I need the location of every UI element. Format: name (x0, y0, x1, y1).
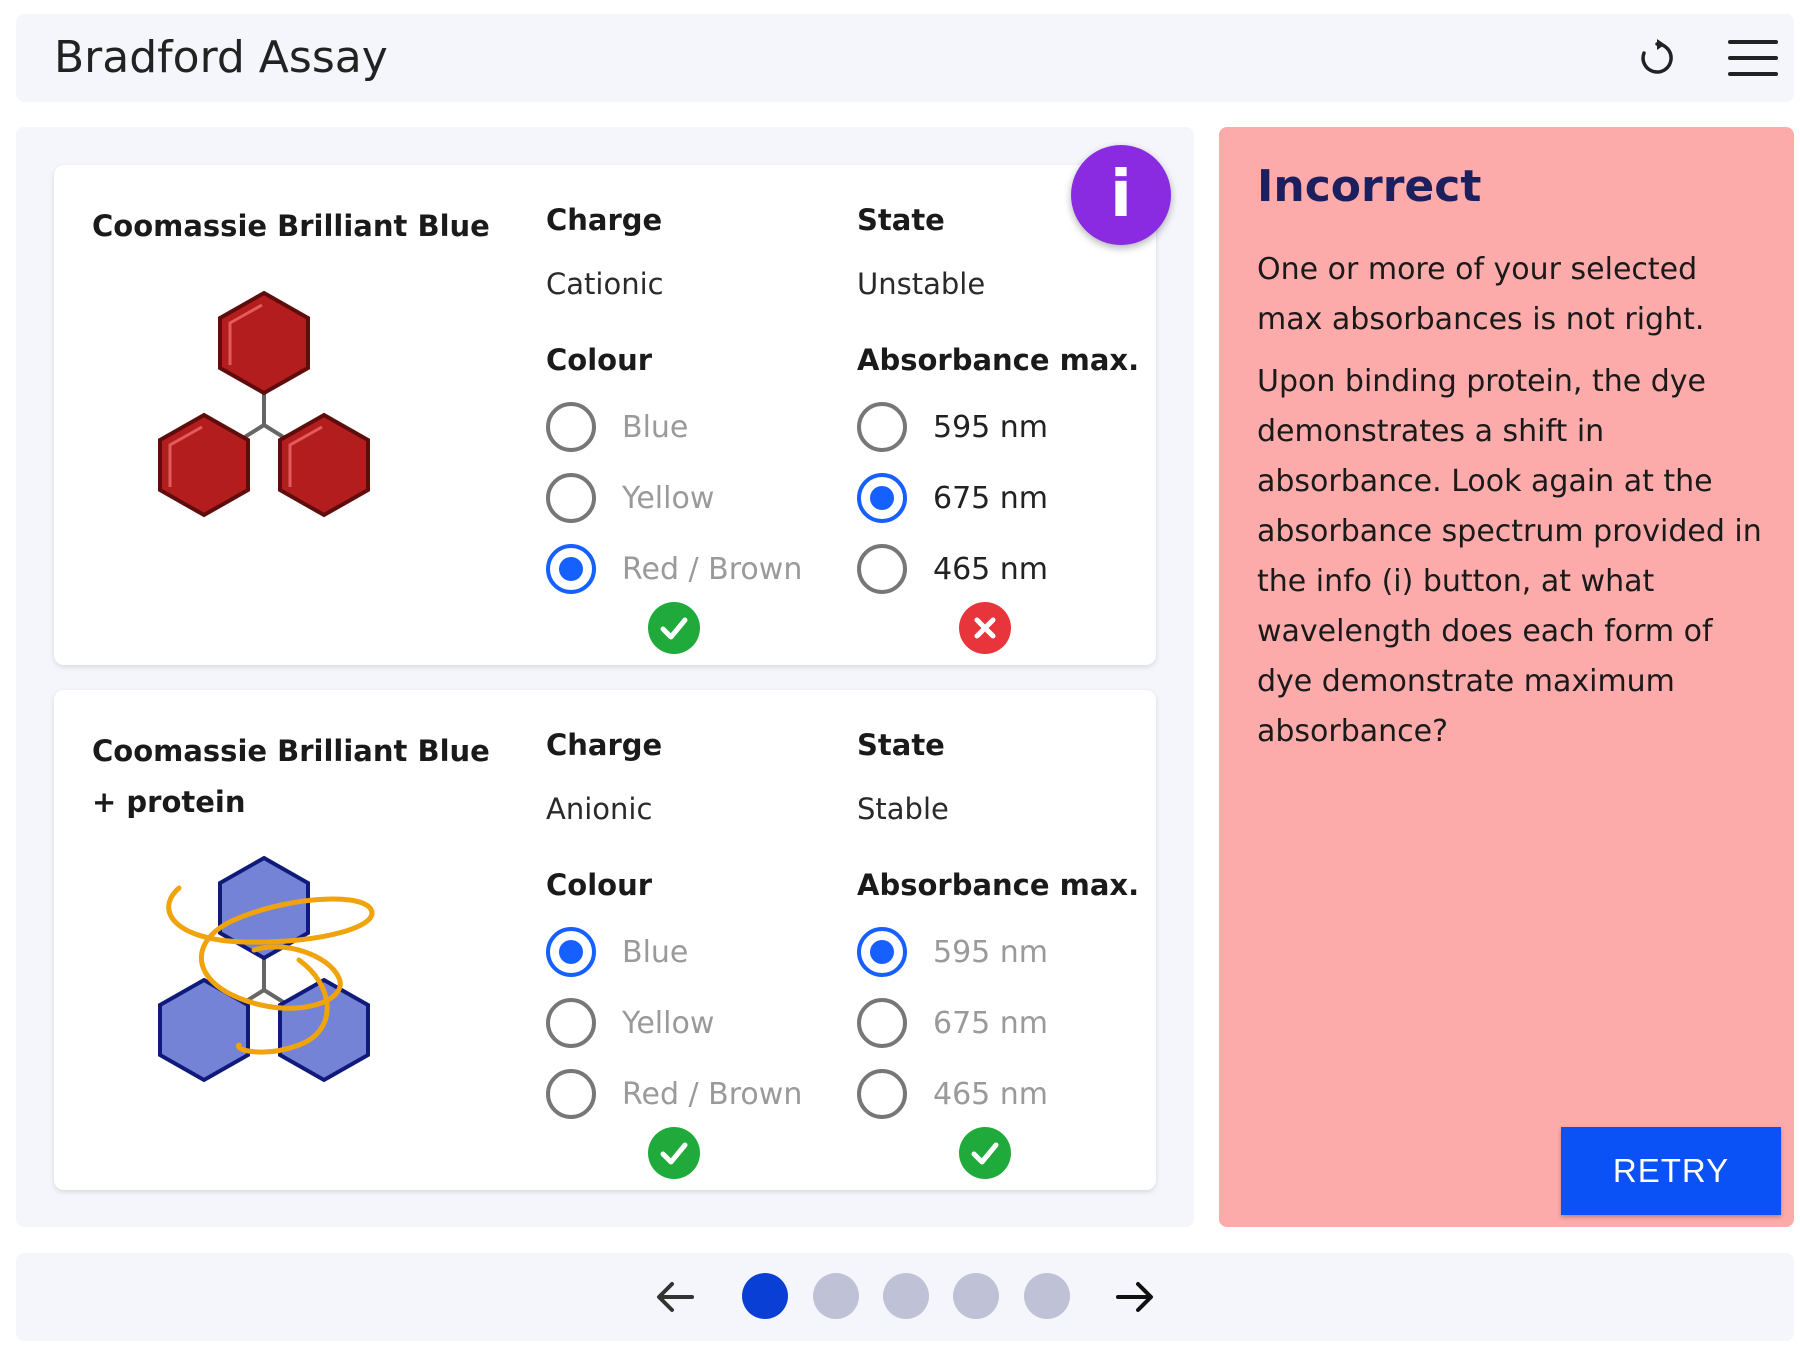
radio-button[interactable] (857, 998, 907, 1048)
dye-molecule-red-icon (158, 290, 370, 518)
absorbance-option-595[interactable]: 595 nm (857, 926, 1048, 978)
state-heading: State (857, 203, 945, 237)
radio-button-selected[interactable] (857, 473, 907, 523)
check-icon (648, 1127, 700, 1179)
absorbance-option-675[interactable]: 675 nm (857, 472, 1048, 524)
feedback-message: One or more of your selected max absorba… (1257, 252, 1705, 337)
option-label: Blue (622, 409, 689, 445)
state-value: Unstable (857, 267, 986, 301)
cross-icon (959, 602, 1011, 654)
colour-heading: Colour (546, 868, 653, 902)
previous-arrow-icon[interactable] (652, 1275, 700, 1319)
reset-icon (1641, 39, 1673, 74)
charge-value: Cationic (546, 267, 664, 301)
menu-line (1728, 40, 1778, 44)
radio-button-selected[interactable] (857, 927, 907, 977)
option-label: Red / Brown (622, 551, 803, 587)
radio-button[interactable] (546, 402, 596, 452)
colour-option-red-brown[interactable]: Red / Brown (546, 543, 802, 595)
feedback-title: Incorrect (1257, 161, 1482, 212)
option-label: 595 nm (933, 409, 1049, 445)
dye-name: Coomassie Brilliant Blue (92, 209, 490, 243)
absorbance-option-465[interactable]: 465 nm (857, 543, 1048, 595)
colour-option-yellow[interactable]: Yellow (546, 997, 714, 1049)
absorbance-option-675[interactable]: 675 nm (857, 997, 1048, 1049)
page-dot-4[interactable] (953, 1273, 999, 1319)
option-label: 465 nm (933, 551, 1049, 587)
radio-button[interactable] (857, 544, 907, 594)
page-dot-3[interactable] (883, 1273, 929, 1319)
absorbance-heading: Absorbance max. (857, 868, 1140, 902)
reset-button[interactable] (1631, 32, 1683, 84)
absorbance-option-465[interactable]: 465 nm (857, 1068, 1048, 1120)
menu-line (1728, 56, 1778, 60)
state-heading: State (857, 728, 945, 762)
radio-button[interactable] (546, 998, 596, 1048)
colour-heading: Colour (546, 343, 653, 377)
pagination-bar (16, 1253, 1794, 1341)
absorbance-option-595[interactable]: 595 nm (857, 401, 1048, 453)
radio-button-selected[interactable] (546, 544, 596, 594)
option-label: Yellow (622, 480, 715, 516)
page-dot-5[interactable] (1024, 1273, 1070, 1319)
info-button[interactable]: i (1071, 145, 1171, 245)
dye-name: Coomassie Brilliant Blue + protein (92, 734, 490, 819)
state-value: Stable (857, 792, 949, 826)
dye-card-protein-bound: Coomassie Brilliant Blue + protein Charg… (54, 690, 1156, 1190)
hamburger-menu-button[interactable] (1726, 36, 1782, 80)
next-arrow-icon[interactable] (1110, 1275, 1158, 1319)
colour-option-red-brown[interactable]: Red / Brown (546, 1068, 802, 1120)
charge-heading: Charge (546, 728, 663, 762)
option-label: 675 nm (933, 1005, 1049, 1041)
feedback-hint: Upon binding protein, the dye demonstrat… (1257, 364, 1762, 749)
option-label: 465 nm (933, 1076, 1049, 1112)
page-dot-2[interactable] (813, 1273, 859, 1319)
option-label: 675 nm (933, 480, 1049, 516)
charge-heading: Charge (546, 203, 663, 237)
option-label: Yellow (622, 1005, 715, 1041)
exercise-area: Coomassie Brilliant Blue Charge Cationic… (16, 127, 1194, 1227)
colour-option-blue[interactable]: Blue (546, 401, 688, 453)
radio-button[interactable] (546, 473, 596, 523)
retry-button[interactable]: RETRY (1561, 1127, 1781, 1215)
radio-button[interactable] (546, 1069, 596, 1119)
page-dot-1[interactable] (742, 1273, 788, 1319)
absorbance-heading: Absorbance max. (857, 343, 1140, 377)
menu-line (1728, 72, 1778, 76)
check-icon (648, 602, 700, 654)
colour-option-yellow[interactable]: Yellow (546, 472, 714, 524)
option-label: 595 nm (933, 934, 1049, 970)
radio-button[interactable] (857, 1069, 907, 1119)
colour-option-blue[interactable]: Blue (546, 926, 688, 978)
feedback-panel: Incorrect One or more of your selected m… (1219, 127, 1794, 1227)
charge-value: Anionic (546, 792, 653, 826)
check-icon (959, 1127, 1011, 1179)
info-icon: i (1110, 158, 1132, 232)
option-label: Red / Brown (622, 1076, 803, 1112)
app-title: Bradford Assay (54, 32, 388, 83)
dye-card-unbound: Coomassie Brilliant Blue Charge Cationic… (54, 165, 1156, 665)
radio-button-selected[interactable] (546, 927, 596, 977)
radio-button[interactable] (857, 402, 907, 452)
app-header: Bradford Assay (16, 14, 1794, 102)
dye-protein-complex-icon (158, 855, 375, 1083)
option-label: Blue (622, 934, 689, 970)
